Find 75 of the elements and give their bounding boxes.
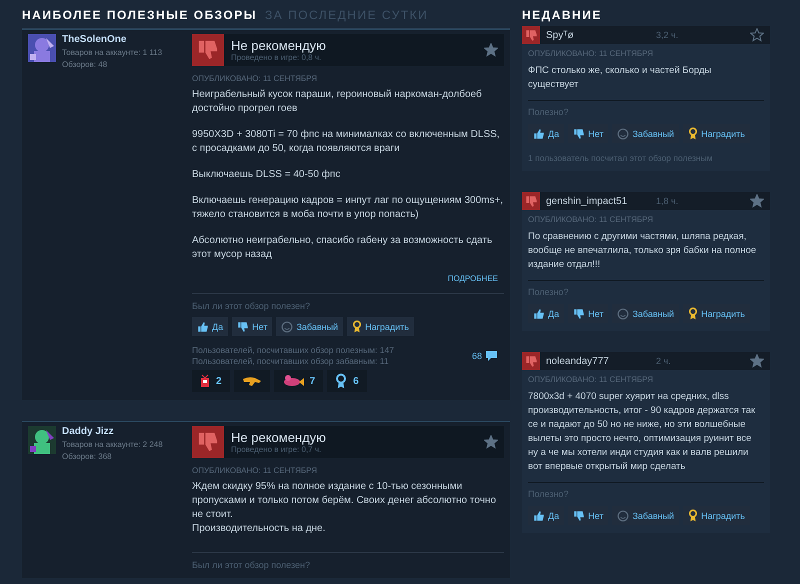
hand-icon [242, 375, 262, 387]
smiley-icon [281, 320, 294, 332]
thumbs-up-icon [197, 320, 209, 332]
review-text: Включаешь генерацию кадров = инпут лаг по ощущениям 300ms+, тяжело становится в моба почти в упор попасть) [192, 194, 504, 222]
games-count: Товаров на аккаунте: 1 113 [62, 48, 162, 57]
playtime: 3,2 ч. [656, 30, 680, 40]
posted-date: ОПУБЛИКОВАНО: 11 СЕНТЯБРЯ [528, 49, 654, 58]
gift-icon [200, 374, 210, 388]
review-text: Неиграбельный кусок параши, героиновый наркоман-долбоеб достойно прогрел гоев [192, 88, 483, 116]
star-icon[interactable] [484, 435, 498, 449]
review-text: Абсолютно неиграбельно, спасибо габену за возможность сдать этот мусор назад [192, 234, 494, 262]
funny-button[interactable]: Забавный [276, 317, 344, 336]
comments-link[interactable]: 68 [472, 345, 498, 367]
helpful-question: Был ли этот обзор полезен? [192, 560, 311, 570]
award-badge[interactable]: 2 [192, 370, 230, 392]
thumbs-down-icon [573, 510, 586, 522]
no-button[interactable]: Нет [232, 317, 272, 336]
medal-icon [335, 373, 348, 389]
award-button[interactable]: Наградить [347, 317, 414, 336]
section-title: НАИБОЛЕЕ ПОЛЕЗНЫЕ ОБЗОРЫ [22, 8, 257, 22]
thumbs-up-icon [533, 510, 545, 522]
helpful-count: Пользователей, посчитавших обзор полезным: 147 [192, 345, 394, 356]
games-count: Товаров на аккаунте: 2 248 [62, 440, 163, 449]
posted-date: ОПУБЛИКОВАНО: 11 СЕНТЯБРЯ [528, 375, 654, 384]
thumbs-up-icon [533, 308, 545, 320]
review-text: 7800x3d + 4070 super хуярит на средних, dlss производительность, итог - 90 кадров держатся так се и падают до 50 но не ниже, но эти волшебные вылеты это просто нечто, оптимизация руинит все ну а че мы хотели инди студия как и валв решили вот впервые открытый мир сделать [528, 390, 756, 474]
playtime: 2 ч. [656, 356, 672, 366]
reviews-count: Обзоров: 368 [62, 452, 113, 461]
review-text: ФПС столько же, сколько и частей Борды существует [528, 64, 712, 92]
reviews-count: Обзоров: 48 [62, 60, 108, 69]
verdict: Не рекомендую [231, 430, 327, 445]
medal-icon [688, 509, 698, 522]
helpful-question: Был ли этот обзор полезен? [192, 301, 311, 311]
verdict: Не рекомендую [231, 38, 327, 53]
smiley-icon [617, 510, 630, 522]
playtime: Проведено в игре: 0,8 ч. [231, 53, 322, 62]
section-title: НЕДАВНИЕ [522, 8, 602, 22]
speech-bubble-icon [485, 350, 498, 362]
author-name[interactable]: noleanday777 [546, 356, 656, 366]
medal-icon [352, 320, 362, 333]
award-badge[interactable]: 7 [274, 370, 324, 392]
review-text: 9950X3D + 3080Ti = 70 фпс на минималках со включенным DLSS, с просадками до 50, когда появляются враги [192, 128, 501, 156]
posted-date: ОПУБЛИКОВАНО: 11 СЕНТЯБРЯ [192, 74, 318, 83]
yes-button[interactable]: Да [192, 317, 228, 336]
award-badge[interactable] [234, 370, 270, 392]
review-text: По сравнению с другими частями, шляпа редкая, вообще не впечатлила, только зря бабки на полное издание отдал!!! [528, 230, 758, 272]
thumbs-down-icon [524, 28, 538, 42]
thumbs-down-icon [573, 308, 586, 320]
posted-date: ОПУБЛИКОВАНО: 11 СЕНТЯБРЯ [528, 215, 654, 224]
star-icon[interactable] [484, 43, 498, 57]
medal-icon [688, 127, 698, 140]
author-name[interactable]: TheSolenOne [62, 34, 162, 45]
thumbs-down-icon [524, 354, 538, 368]
star-icon[interactable] [750, 194, 764, 208]
playtime: Проведено в игре: 0,7 ч. [231, 445, 322, 454]
author-name[interactable]: Spyᵀø [546, 30, 656, 40]
read-more-link[interactable]: ПОДРОБНЕЕ [448, 274, 498, 283]
smiley-icon [617, 308, 630, 320]
review-text: Выключаешь DLSS = 40-50 фпс [192, 168, 342, 182]
funny-count: Пользователей, посчитавших обзор забавным: 11 [192, 356, 390, 367]
playtime: 1,8 ч. [656, 196, 680, 206]
author-name[interactable]: genshin_impact51 [546, 196, 656, 206]
fish-icon [282, 375, 304, 387]
thumbs-up-icon [533, 128, 545, 140]
thumbs-down-icon [524, 194, 538, 208]
posted-date: ОПУБЛИКОВАНО: 11 СЕНТЯБРЯ [192, 466, 318, 475]
award-badge[interactable]: 6 [327, 370, 367, 392]
thumbs-down-icon [573, 128, 586, 140]
medal-icon [688, 307, 698, 320]
author-name[interactable]: Daddy Jizz [62, 426, 163, 437]
star-icon[interactable] [750, 354, 764, 368]
star-icon[interactable] [750, 28, 764, 42]
review-text: Ждем скидку 95% на полное издание с 10-тью сезонными пропусками и только потом берём. Своих денег абсолютно точно не стоит. Производительность на дне. [192, 480, 497, 536]
thumbs-down-icon [237, 320, 250, 332]
smiley-icon [617, 128, 630, 140]
